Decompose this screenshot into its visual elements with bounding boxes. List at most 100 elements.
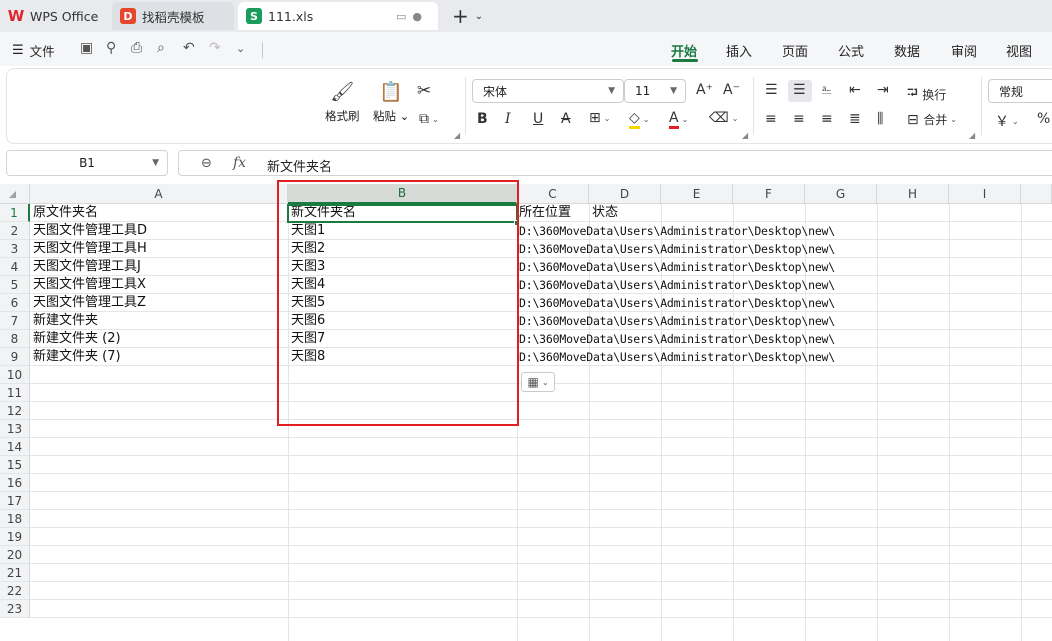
cell-a2[interactable]: 天图文件管理工具D — [33, 222, 147, 240]
column-header-f[interactable]: F — [733, 184, 805, 204]
align-right-icon[interactable]: ≡ — [821, 111, 833, 127]
tab-wps-office[interactable]: W WPS Office — [8, 2, 108, 30]
tab-formula[interactable]: 公式 — [838, 41, 864, 60]
column-header-e[interactable]: E — [661, 184, 733, 204]
print-icon[interactable]: ⎙ — [131, 40, 142, 56]
wrap-text-button[interactable]: ⮒ 换行 — [907, 82, 946, 106]
cell-a9[interactable]: 新建文件夹 (7) — [33, 348, 121, 366]
column-header-i[interactable]: I — [949, 184, 1021, 204]
percent-icon[interactable]: % — [1037, 111, 1050, 127]
new-tab-button[interactable]: + ⌄ — [452, 4, 483, 28]
increase-indent-icon[interactable]: ⇥ — [877, 82, 889, 98]
column-header-c[interactable]: C — [517, 184, 589, 204]
row-header-2[interactable]: 2 — [0, 222, 30, 240]
tab-insert[interactable]: 插入 — [726, 41, 752, 60]
print-preview-icon[interactable]: ⌕ — [157, 40, 165, 56]
tab-review[interactable]: 审阅 — [951, 41, 977, 60]
formula-value[interactable]: 新文件夹名 — [267, 156, 332, 175]
cell-a1[interactable]: 原文件夹名 — [33, 204, 98, 222]
fill-color-icon[interactable]: ◇ ⌄ — [629, 110, 649, 129]
redo-icon[interactable]: ↷ — [209, 40, 221, 56]
paste-options-button[interactable]: ▦ ⌄ — [521, 372, 555, 392]
align-left-icon[interactable]: ≡ — [765, 111, 777, 127]
file-menu-button[interactable]: ☰ 文件 — [12, 41, 55, 60]
clipboard-launcher-icon[interactable]: ◢ — [454, 131, 460, 140]
distributed-align-icon[interactable]: ⫼ — [877, 111, 883, 127]
save-icon[interactable]: ▣ — [80, 40, 93, 56]
row-header-9[interactable]: 9 — [0, 348, 30, 366]
column-header-j[interactable] — [1021, 184, 1052, 204]
tab-data[interactable]: 数据 — [894, 41, 920, 60]
tab-spreadsheet-file[interactable]: S 111.xls ▭● — [238, 2, 438, 30]
currency-icon[interactable]: ￥ ⌄ — [995, 111, 1019, 131]
row-header-3[interactable]: 3 — [0, 240, 30, 258]
share-icon[interactable]: ⚲ — [106, 40, 116, 56]
cell-c7[interactable]: D:\360MoveData\Users\Administrator\Deskt… — [519, 312, 835, 330]
tab-template[interactable]: D 找稻壳模板 — [112, 2, 234, 30]
tab-window-controls-icon[interactable]: ▭● — [396, 10, 428, 23]
row-header-11[interactable]: 11 — [0, 384, 30, 402]
row-header-1[interactable]: 1 — [0, 204, 30, 222]
number-format-select[interactable]: 常规 — [988, 79, 1052, 103]
row-header-15[interactable]: 15 — [0, 456, 30, 474]
strikethrough-icon[interactable]: A — [561, 111, 571, 127]
row-header-18[interactable]: 18 — [0, 510, 30, 528]
cell-c9[interactable]: D:\360MoveData\Users\Administrator\Deskt… — [519, 348, 835, 366]
cell-a7[interactable]: 新建文件夹 — [33, 312, 98, 330]
cell-c8[interactable]: D:\360MoveData\Users\Administrator\Deskt… — [519, 330, 835, 348]
clear-format-icon[interactable]: ⌫ ⌄ — [709, 110, 739, 126]
font-name-select[interactable]: 宋体 ▼ — [472, 79, 624, 103]
cell-c6[interactable]: D:\360MoveData\Users\Administrator\Deskt… — [519, 294, 835, 312]
row-header-20[interactable]: 20 — [0, 546, 30, 564]
cut-icon[interactable]: ✂ — [417, 81, 431, 101]
cell-c1[interactable]: 所在位置 — [519, 204, 571, 222]
align-middle-icon[interactable]: ☰ — [793, 82, 806, 98]
cell-c3[interactable]: D:\360MoveData\Users\Administrator\Deskt… — [519, 240, 835, 258]
paste-button[interactable]: 📋 粘贴 ⌄ — [373, 79, 409, 124]
zoom-search-icon[interactable]: ⊖ — [201, 156, 212, 171]
font-size-select[interactable]: 11 ▼ — [624, 79, 686, 103]
font-color-icon[interactable]: A ⌄ — [669, 110, 688, 129]
tab-home[interactable]: 开始 — [671, 41, 697, 60]
row-header-14[interactable]: 14 — [0, 438, 30, 456]
row-header-17[interactable]: 17 — [0, 492, 30, 510]
insert-function-icon[interactable]: fx — [233, 155, 246, 171]
border-icon[interactable]: ⊞ ⌄ — [589, 110, 610, 126]
font-launcher-icon[interactable]: ◢ — [742, 131, 748, 140]
column-header-a[interactable]: A — [30, 184, 288, 204]
bold-icon[interactable]: B — [477, 111, 488, 127]
row-header-16[interactable]: 16 — [0, 474, 30, 492]
spreadsheet-grid[interactable]: A B C D E F G H I 1 2 3 4 5 6 7 8 9 10 11 12 13 14 15 1… — [0, 180, 1052, 641]
formula-input[interactable]: ⊖ fx 新文件夹名 — [178, 150, 1052, 176]
cell-a4[interactable]: 天图文件管理工具J — [33, 258, 141, 276]
merge-button[interactable]: ⊟ 合并 ⌄ — [907, 111, 957, 128]
align-center-icon[interactable]: ≡ — [793, 111, 805, 127]
row-header-10[interactable]: 10 — [0, 366, 30, 384]
column-header-d[interactable]: D — [589, 184, 661, 204]
column-header-g[interactable]: G — [805, 184, 877, 204]
format-painter-button[interactable]: 🖌 格式刷 — [325, 79, 360, 124]
row-header-8[interactable]: 8 — [0, 330, 30, 348]
copy-icon[interactable]: ⧉ ⌄ — [419, 111, 439, 127]
row-header-21[interactable]: 21 — [0, 564, 30, 582]
cell-a8[interactable]: 新建文件夹 (2) — [33, 330, 121, 348]
row-header-4[interactable]: 4 — [0, 258, 30, 276]
select-all-corner[interactable] — [0, 184, 30, 204]
align-bottom-icon[interactable]: ⎁ — [821, 82, 832, 98]
row-header-12[interactable]: 12 — [0, 402, 30, 420]
cell-a5[interactable]: 天图文件管理工具X — [33, 276, 146, 294]
tab-page[interactable]: 页面 — [782, 41, 808, 60]
cell-c2[interactable]: D:\360MoveData\Users\Administrator\Deskt… — [519, 222, 835, 240]
row-header-7[interactable]: 7 — [0, 312, 30, 330]
cell-c5[interactable]: D:\360MoveData\Users\Administrator\Deskt… — [519, 276, 835, 294]
row-header-6[interactable]: 6 — [0, 294, 30, 312]
underline-icon[interactable]: U — [533, 111, 543, 127]
align-top-icon[interactable]: ☰ — [765, 82, 778, 98]
cell-c4[interactable]: D:\360MoveData\Users\Administrator\Deskt… — [519, 258, 835, 276]
italic-icon[interactable]: I — [505, 111, 511, 127]
quick-access-more-icon[interactable]: ⌄ — [236, 42, 245, 55]
undo-icon[interactable]: ↶ — [183, 40, 195, 56]
justify-icon[interactable]: ≣ — [849, 111, 861, 127]
row-header-5[interactable]: 5 — [0, 276, 30, 294]
decrease-indent-icon[interactable]: ⇤ — [849, 82, 861, 98]
